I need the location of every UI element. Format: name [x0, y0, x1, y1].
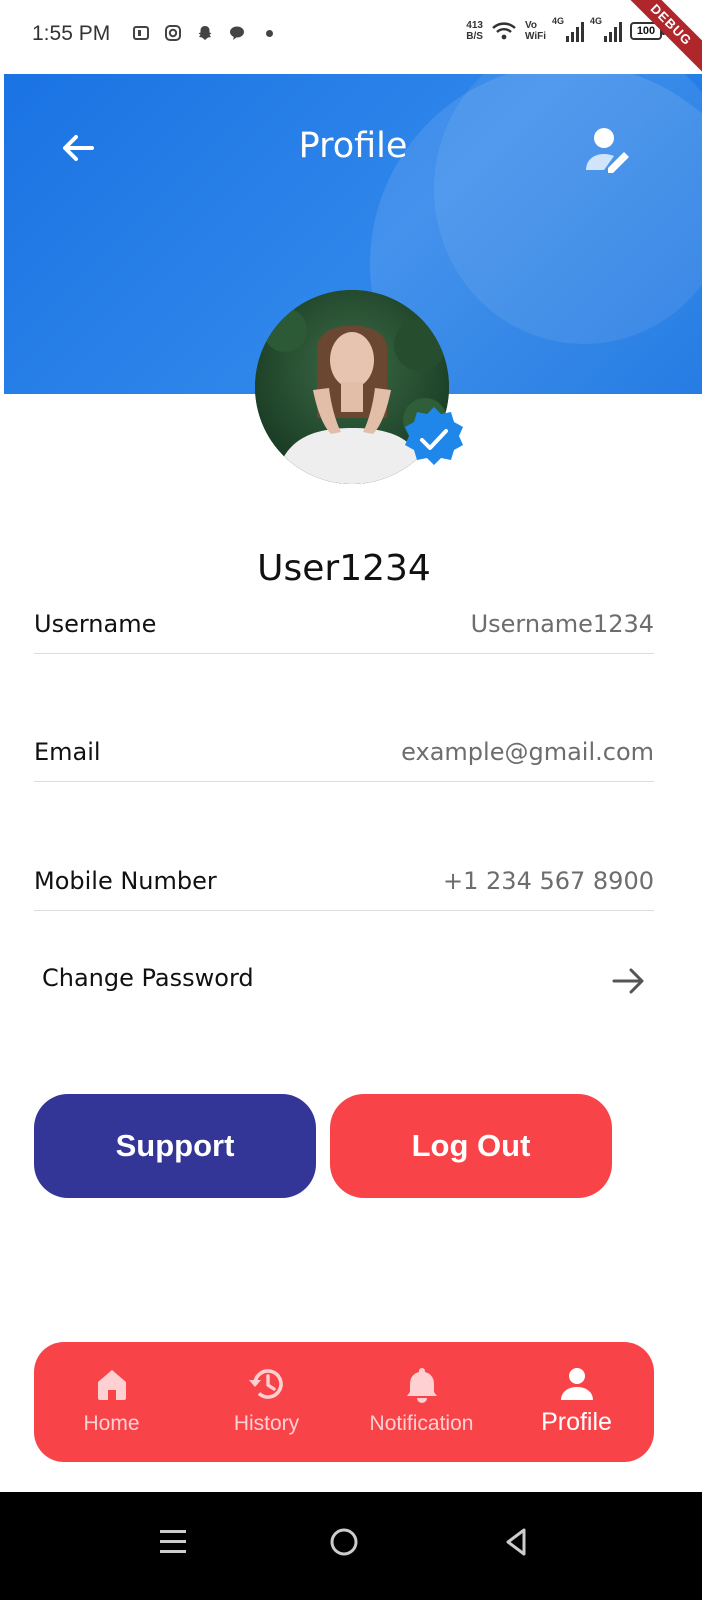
app-notification-icon — [133, 26, 149, 40]
change-password-row[interactable]: Change Password — [42, 960, 654, 1004]
username-row: Username Username1234 — [34, 594, 654, 654]
instagram-icon — [165, 25, 181, 41]
signal-icon-sim1: 4G — [552, 16, 584, 42]
status-time: 1:55 PM — [32, 22, 111, 45]
more-notifications-dot — [266, 29, 273, 37]
status-bar: 1:55 PM 413 B/S Vo WiFi 4G 4G 100 DEBUG — [0, 0, 702, 79]
display-name: User1234 — [257, 548, 431, 589]
nav-label-notification: Notification — [369, 1412, 474, 1435]
logout-button[interactable]: Log Out — [330, 1094, 612, 1198]
nav-label-history: History — [233, 1412, 300, 1435]
arrow-right-icon — [612, 968, 644, 994]
nav-item-notification[interactable]: Notification — [344, 1342, 499, 1462]
history-icon — [248, 1369, 283, 1399]
username-value: Username1234 — [470, 610, 654, 638]
username-label: Username — [34, 610, 157, 638]
email-label: Email — [34, 738, 101, 766]
person-icon — [560, 1368, 593, 1400]
nav-label-profile: Profile — [541, 1408, 612, 1436]
home-icon — [97, 1370, 126, 1400]
vowifi-indicator: Vo WiFi — [524, 20, 546, 42]
user-edit-icon[interactable] — [582, 124, 632, 174]
back-triangle-icon[interactable] — [486, 1512, 546, 1572]
menu-icon[interactable] — [142, 1512, 202, 1572]
bottom-navigation: Home History Notification Profile — [34, 1342, 654, 1462]
mobile-row: Mobile Number +1 234 567 8900 — [34, 851, 654, 911]
nav-item-history[interactable]: History — [189, 1342, 344, 1462]
support-button[interactable]: Support — [34, 1094, 316, 1198]
notification-icons — [132, 24, 273, 42]
wifi-icon — [492, 22, 516, 40]
nav-label-home: Home — [83, 1412, 140, 1435]
profile-avatar[interactable] — [255, 290, 463, 484]
change-password-label: Change Password — [42, 964, 254, 992]
snapchat-icon — [198, 26, 212, 40]
home-circle-icon[interactable] — [314, 1512, 374, 1572]
system-navigation-bar — [0, 1492, 702, 1600]
mobile-value: +1 234 567 8900 — [443, 867, 654, 895]
mobile-label: Mobile Number — [34, 867, 217, 895]
network-speed: 413 B/S — [466, 20, 483, 42]
chat-icon — [230, 26, 244, 40]
nav-item-home[interactable]: Home — [34, 1342, 189, 1462]
bell-icon — [406, 1368, 437, 1403]
system-status: 413 B/S Vo WiFi 4G 4G 100 — [466, 16, 665, 42]
nav-item-profile[interactable]: Profile — [499, 1342, 654, 1462]
email-value: example@gmail.com — [401, 738, 654, 766]
signal-icon-sim2: 4G — [590, 16, 622, 42]
verified-badge-icon — [405, 407, 463, 465]
email-row: Email example@gmail.com — [34, 722, 654, 782]
